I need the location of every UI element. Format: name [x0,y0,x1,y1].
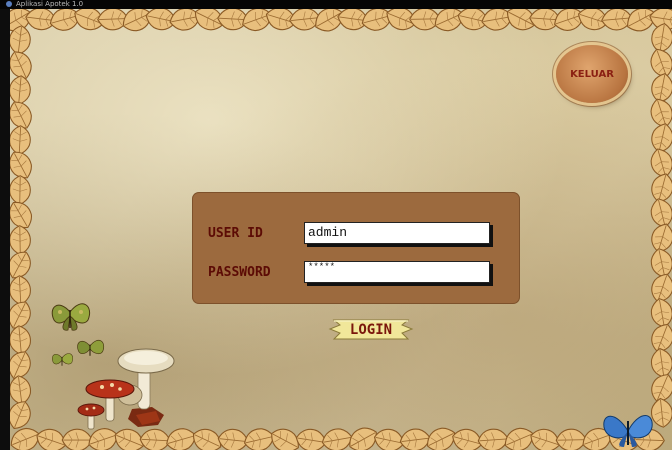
login-button-label: LOGIN [349,321,393,338]
app-icon [6,1,12,7]
app-window: Aplikasi Apotek 1.0 KELUAR USER ID admin… [0,0,672,450]
login-button[interactable]: LOGIN [326,318,416,341]
title-bar: Aplikasi Apotek 1.0 [0,0,672,9]
user-id-field[interactable]: admin [304,222,490,244]
mushroom-icon [77,348,175,430]
exit-button[interactable]: KELUAR [556,45,628,103]
exit-button-label: KELUAR [570,68,614,80]
window-title: Aplikasi Apotek 1.0 [16,0,84,8]
password-field[interactable]: ***** [304,261,490,283]
login-panel: USER ID admin PASSWORD ***** [192,192,520,304]
password-label: PASSWORD [208,265,271,280]
blue-butterfly-icon [603,415,653,447]
user-id-label: USER ID [208,226,263,241]
login-screen: KELUAR USER ID admin PASSWORD ***** LOGI… [10,9,672,450]
